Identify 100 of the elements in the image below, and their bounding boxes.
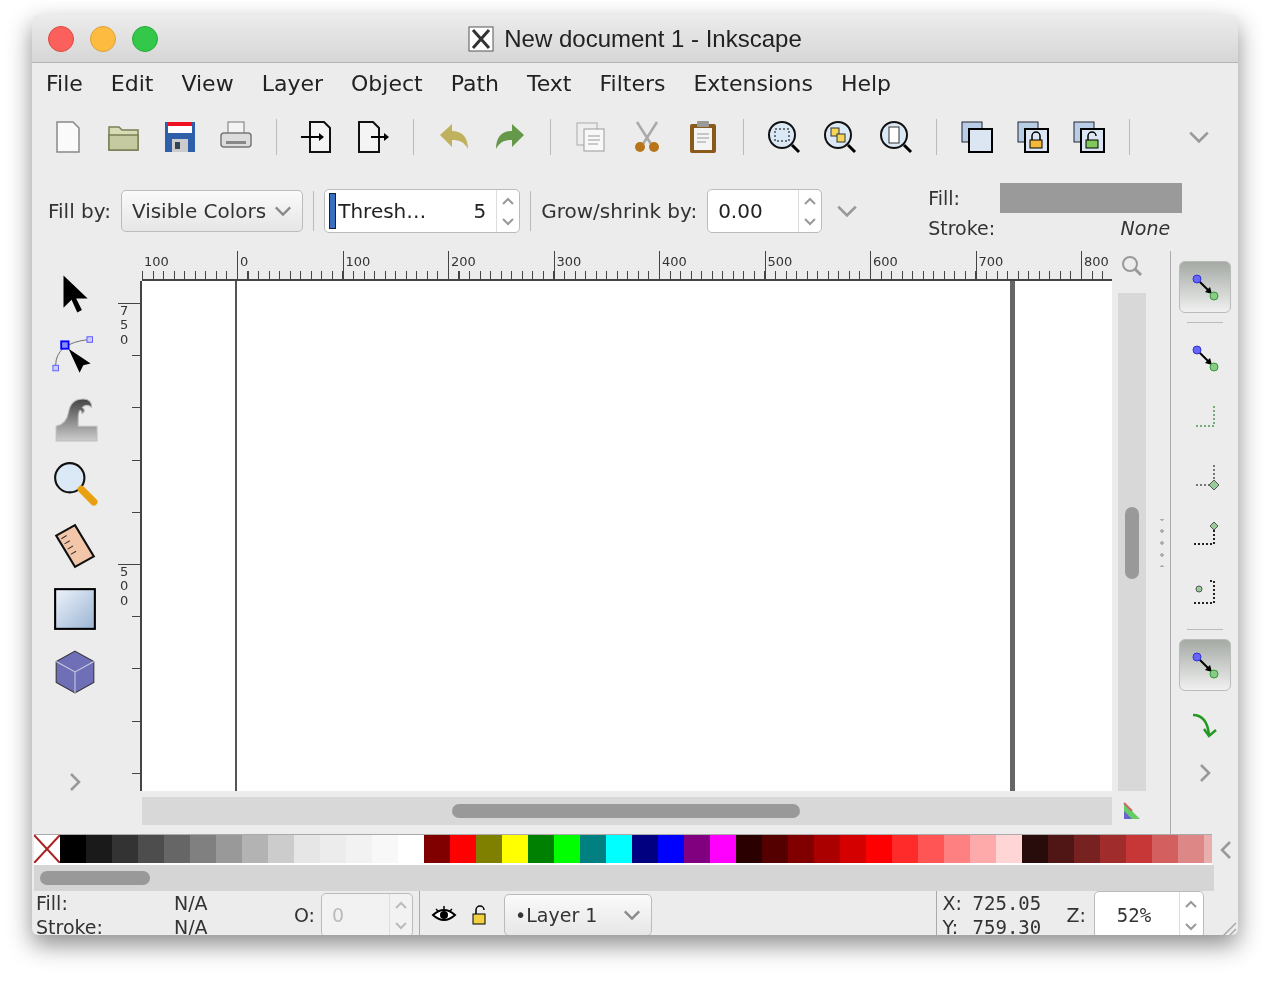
color-swatch[interactable] xyxy=(1100,835,1126,863)
color-swatch[interactable] xyxy=(476,835,502,863)
color-swatch[interactable] xyxy=(1074,835,1100,863)
menu-item[interactable]: Filters xyxy=(585,70,680,96)
chevron-left-icon[interactable] xyxy=(1220,839,1232,860)
color-swatch[interactable] xyxy=(1152,835,1178,863)
color-swatch[interactable] xyxy=(1126,835,1152,863)
chevron-up-icon[interactable] xyxy=(1184,898,1198,909)
scrollbar-thumb[interactable] xyxy=(1125,507,1139,579)
opacity-label: O: xyxy=(294,904,316,926)
color-swatch[interactable] xyxy=(190,835,216,863)
zoom-page-icon[interactable] xyxy=(878,119,914,155)
color-swatch[interactable] xyxy=(944,835,970,863)
menu-item[interactable]: Object xyxy=(337,70,437,96)
color-swatch[interactable] xyxy=(788,835,814,863)
minimize-button[interactable] xyxy=(90,25,116,52)
color-swatch[interactable] xyxy=(372,835,398,863)
unlock-icon[interactable] xyxy=(1071,119,1107,155)
layer-dropdown[interactable]: •Layer 1 xyxy=(504,894,653,935)
color-swatch[interactable] xyxy=(1022,835,1048,863)
color-swatch[interactable] xyxy=(424,835,450,863)
stroke-value: N/A xyxy=(174,915,209,935)
fill-by-dropdown[interactable]: Visible Colors xyxy=(120,190,304,232)
color-swatch[interactable] xyxy=(762,835,788,863)
zoom-drawing-icon[interactable] xyxy=(822,119,858,155)
color-swatch[interactable] xyxy=(216,835,242,863)
menu-item[interactable]: File xyxy=(32,70,97,96)
y-coordinate: 759.30 xyxy=(972,915,1043,935)
zoom-field[interactable]: 52% xyxy=(1094,891,1204,935)
color-triangle-icon[interactable] xyxy=(1122,801,1142,821)
menu-item[interactable]: Path xyxy=(436,70,513,96)
color-swatch[interactable] xyxy=(970,835,996,863)
color-swatch[interactable] xyxy=(242,835,268,863)
scrollbar-thumb[interactable] xyxy=(452,804,800,818)
color-swatch[interactable] xyxy=(268,835,294,863)
color-swatch[interactable] xyxy=(580,835,606,863)
menu-item[interactable]: Text xyxy=(513,70,586,96)
color-swatch[interactable] xyxy=(320,835,346,863)
export-icon[interactable] xyxy=(355,119,391,155)
ruler-icon[interactable] xyxy=(52,523,98,569)
snap-toggle-button[interactable] xyxy=(1178,639,1231,691)
chevron-down-icon[interactable] xyxy=(1188,130,1210,144)
color-swatch[interactable] xyxy=(346,835,372,863)
color-swatch[interactable] xyxy=(814,835,840,863)
color-swatch[interactable] xyxy=(996,835,1022,863)
zoom-button[interactable] xyxy=(132,25,158,52)
color-swatch[interactable] xyxy=(736,835,762,863)
chevron-down-icon[interactable] xyxy=(501,216,516,227)
color-swatch[interactable] xyxy=(684,835,710,863)
lock-icon[interactable] xyxy=(1015,119,1051,155)
color-swatch[interactable] xyxy=(164,835,190,863)
menu-item[interactable]: Layer xyxy=(247,70,337,96)
color-swatch[interactable] xyxy=(892,835,918,863)
color-swatch[interactable] xyxy=(1178,835,1204,863)
zoom-selection-icon[interactable] xyxy=(766,119,802,155)
color-swatch[interactable] xyxy=(918,835,944,863)
scrollbar-thumb[interactable] xyxy=(40,871,150,885)
chevron-up-icon[interactable] xyxy=(501,195,516,206)
color-swatch[interactable] xyxy=(60,835,86,863)
close-button[interactable] xyxy=(48,25,74,52)
stacked-squares-icon[interactable] xyxy=(959,119,995,155)
no-paint-swatch[interactable] xyxy=(34,835,60,863)
color-swatch[interactable] xyxy=(658,835,684,863)
menu-item[interactable]: Help xyxy=(826,70,906,96)
color-swatch[interactable] xyxy=(294,835,320,863)
chevron-up-icon[interactable] xyxy=(803,195,818,206)
canvas[interactable] xyxy=(142,281,1112,791)
nodes-arrow-icon xyxy=(1189,272,1220,302)
color-swatch[interactable] xyxy=(450,835,476,863)
chevron-down-icon[interactable] xyxy=(803,216,818,227)
color-swatch[interactable] xyxy=(112,835,138,863)
grow-shrink-field[interactable]: 0.00 xyxy=(707,189,823,233)
chevron-down-icon[interactable] xyxy=(1184,921,1198,932)
color-swatch[interactable] xyxy=(398,835,424,863)
color-swatch[interactable] xyxy=(502,835,528,863)
color-swatch[interactable] xyxy=(86,835,112,863)
color-swatch[interactable] xyxy=(710,835,736,863)
color-swatch[interactable] xyxy=(606,835,632,863)
color-swatch[interactable] xyxy=(840,835,866,863)
horizontal-scrollbar[interactable] xyxy=(142,797,1112,825)
window-title: New document 1 - Inkscape xyxy=(504,25,802,53)
chevron-right-icon[interactable] xyxy=(69,772,81,792)
menu-item[interactable]: View xyxy=(167,70,248,96)
zoom-icon[interactable] xyxy=(1120,254,1144,278)
color-swatch[interactable] xyxy=(138,835,164,863)
color-swatch[interactable] xyxy=(1048,835,1074,863)
color-swatch[interactable] xyxy=(866,835,892,863)
chevron-down-icon[interactable] xyxy=(836,204,859,218)
color-swatch[interactable] xyxy=(632,835,658,863)
threshold-field[interactable]: Thresh… 5 xyxy=(324,189,521,233)
menu-item[interactable]: Extensions xyxy=(679,70,827,96)
color-swatch[interactable] xyxy=(554,835,580,863)
snap-toggle-button[interactable] xyxy=(1178,261,1231,313)
menu-item[interactable]: Edit xyxy=(96,70,168,96)
palette-scrollbar[interactable] xyxy=(34,865,1214,891)
vertical-scrollbar[interactable] xyxy=(1118,293,1146,791)
color-swatch[interactable] xyxy=(528,835,554,863)
chevron-right-icon[interactable] xyxy=(1198,763,1211,783)
rectangle-icon[interactable] xyxy=(52,586,98,632)
magnifier-icon[interactable] xyxy=(52,460,98,506)
